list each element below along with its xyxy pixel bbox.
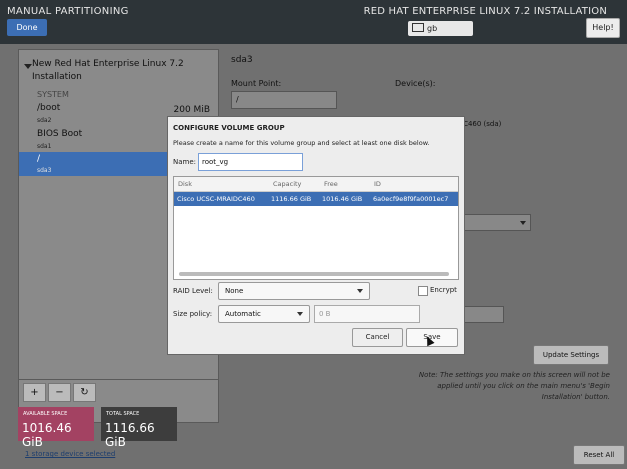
raid-level-label: RAID Level: (173, 287, 213, 295)
available-space-value: 1016.46 GiB (22, 421, 72, 449)
total-space-box: TOTAL SPACE 1116.66 GiB (101, 407, 177, 449)
disk-free-cell: 1016.46 GiB (322, 195, 363, 203)
system-section-label: SYSTEM (37, 90, 69, 99)
size-policy-label: Size policy: (173, 310, 213, 318)
chevron-down-icon (357, 289, 363, 293)
product-title: RED HAT ENTERPRISE LINUX 7.2 INSTALLATIO… (363, 6, 607, 17)
size-policy-value: Automatic (225, 310, 261, 318)
partition-mount: /boot (37, 103, 61, 113)
remove-partition-button[interactable]: − (48, 383, 71, 402)
refresh-button[interactable]: ↻ (73, 383, 96, 402)
available-space-label: AVAILABLE SPACE (23, 411, 68, 417)
partition-mount: / (37, 154, 41, 164)
device-type-dropdown[interactable] (460, 214, 531, 231)
encrypt-label: Encrypt (430, 286, 457, 294)
volume-group-name-input[interactable]: root_vg (198, 153, 303, 171)
disk-name-cell: Cisco UCSC-MRAIDC460 (177, 195, 255, 203)
add-partition-button[interactable]: + (23, 383, 46, 402)
device-name-text: IC460 (sda) (461, 120, 502, 128)
horizontal-scrollbar[interactable] (179, 272, 449, 276)
available-space-box: AVAILABLE SPACE 1016.46 GiB (18, 407, 94, 449)
partition-device: sda1 (37, 143, 52, 150)
expand-triangle-icon[interactable] (24, 64, 32, 69)
reset-all-button[interactable]: Reset All (573, 445, 625, 465)
partition-toolbar: + − ↻ (19, 379, 218, 405)
total-space-value: 1116.66 GiB (105, 421, 155, 449)
size-policy-dropdown[interactable]: Automatic (218, 305, 310, 323)
partition-mount: BIOS Boot (37, 129, 83, 139)
done-button[interactable]: Done (7, 19, 47, 36)
chevron-down-icon (520, 221, 526, 225)
total-space-label: TOTAL SPACE (106, 411, 140, 417)
dialog-instructions: Please create a name for this volume gro… (173, 139, 430, 147)
installation-title: New Red Hat Enterprise Linux 7.2 Install… (32, 59, 184, 82)
storage-devices-link[interactable]: 1 storage device selected (25, 450, 115, 458)
dialog-title: CONFIGURE VOLUME GROUP (173, 124, 285, 132)
partition-device: sda2 (37, 117, 52, 124)
encrypt-checkbox[interactable] (418, 286, 428, 296)
partition-detail-title: sda3 (231, 55, 253, 65)
disk-capacity-cell: 1116.66 GiB (271, 195, 312, 203)
keyboard-icon (412, 23, 424, 32)
keyboard-layout-indicator[interactable]: gb (408, 21, 473, 36)
column-header[interactable]: ID (374, 180, 381, 188)
update-settings-button[interactable]: Update Settings (533, 345, 609, 365)
partition-device: sda3 (37, 167, 52, 174)
partition-size: 200 MiB (173, 105, 210, 115)
raid-level-dropdown[interactable]: None (218, 282, 370, 300)
column-header[interactable]: Capacity (273, 180, 301, 188)
column-header[interactable]: Free (324, 180, 338, 188)
label-input[interactable] (460, 306, 504, 323)
help-button[interactable]: Help! (586, 18, 620, 38)
disk-table-header: Disk Capacity Free ID (174, 177, 458, 192)
disk-table: Disk Capacity Free ID Cisco UCSC-MRAIDC4… (173, 176, 459, 280)
disk-id-cell: 6a0ecf9e8f9fa0001ec7 (373, 195, 449, 203)
header-bar: MANUAL PARTITIONING Done RED HAT ENTERPR… (0, 0, 627, 44)
devices-label: Device(s): (395, 79, 436, 88)
page-title: MANUAL PARTITIONING (7, 6, 129, 17)
mount-point-label: Mount Point: (231, 79, 282, 88)
settings-note: Note: The settings you make on this scre… (418, 371, 610, 401)
mount-point-input[interactable]: / (231, 91, 337, 109)
name-label: Name: (173, 158, 197, 166)
keyboard-layout-label: gb (427, 24, 438, 33)
table-row[interactable]: Cisco UCSC-MRAIDC460 1116.66 GiB 1016.46… (174, 192, 458, 206)
column-header[interactable]: Disk (178, 180, 192, 188)
chevron-down-icon (297, 312, 303, 316)
cancel-button[interactable]: Cancel (352, 328, 403, 347)
raid-level-value: None (225, 287, 244, 295)
configure-volume-group-dialog: CONFIGURE VOLUME GROUP Please create a n… (167, 116, 465, 355)
size-input[interactable]: 0 B (314, 305, 420, 323)
